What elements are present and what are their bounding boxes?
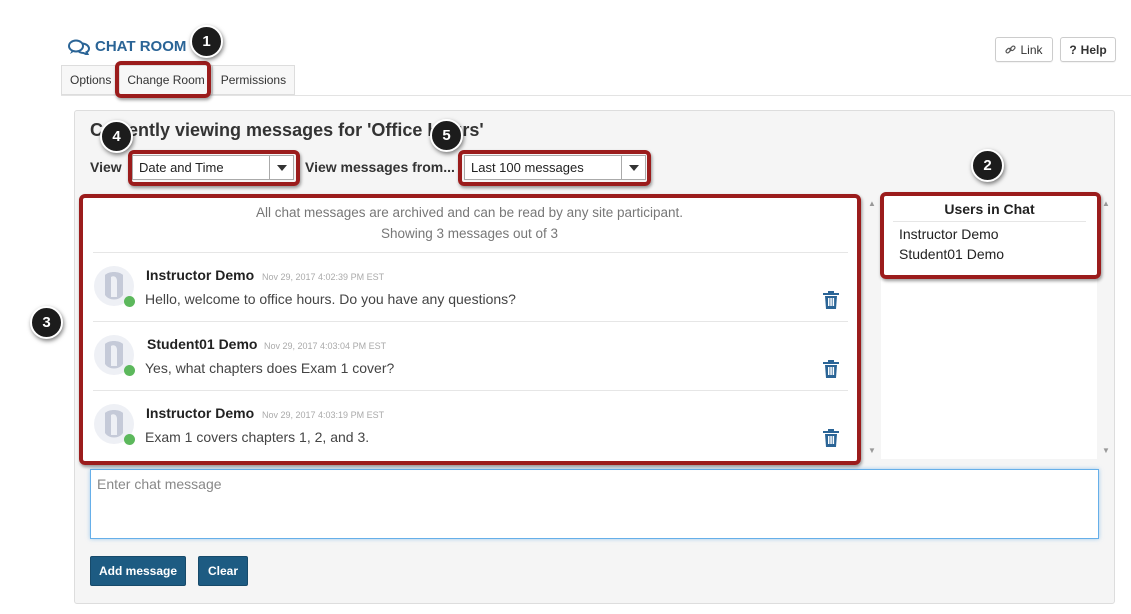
callout-badge-3: 3 (30, 306, 63, 339)
chat-bubbles-icon (68, 39, 90, 55)
callout-badge-1: 1 (190, 25, 223, 58)
scroll-up-arrow-icon[interactable]: ▲ (1102, 199, 1110, 208)
room-heading: Currently viewing messages for 'Office H… (90, 120, 484, 140)
scroll-down-arrow-icon[interactable]: ▼ (868, 446, 876, 455)
highlight-view-select (128, 150, 300, 186)
add-message-button[interactable]: Add message (90, 556, 186, 586)
help-button[interactable]: ? Help (1060, 37, 1116, 62)
question-icon: ? (1069, 42, 1077, 57)
link-button[interactable]: Link (995, 37, 1053, 62)
help-button-label: Help (1080, 42, 1107, 57)
view-from-label: View messages from... (305, 159, 455, 175)
page-title: CHAT ROOM (95, 38, 187, 55)
callout-badge-4: 4 (100, 120, 133, 153)
scroll-down-arrow-icon[interactable]: ▼ (1102, 446, 1110, 455)
clear-button[interactable]: Clear (198, 556, 248, 586)
tab-divider (61, 95, 1131, 96)
tool-title: CHAT ROOM (68, 38, 186, 55)
chat-message-input[interactable] (90, 469, 1099, 539)
callout-badge-2: 2 (971, 149, 1004, 182)
highlight-messages (79, 194, 861, 465)
view-label: View (90, 159, 122, 175)
link-button-label: Link (1020, 42, 1043, 57)
highlight-view-from-select (458, 150, 651, 186)
scroll-up-arrow-icon[interactable]: ▲ (868, 199, 876, 208)
tab-permissions[interactable]: Permissions (211, 65, 296, 95)
highlight-users (880, 192, 1101, 279)
highlight-change-room (115, 61, 211, 98)
callout-badge-5: 5 (430, 119, 463, 152)
tab-options[interactable]: Options (61, 65, 121, 95)
link-icon (1005, 45, 1017, 54)
